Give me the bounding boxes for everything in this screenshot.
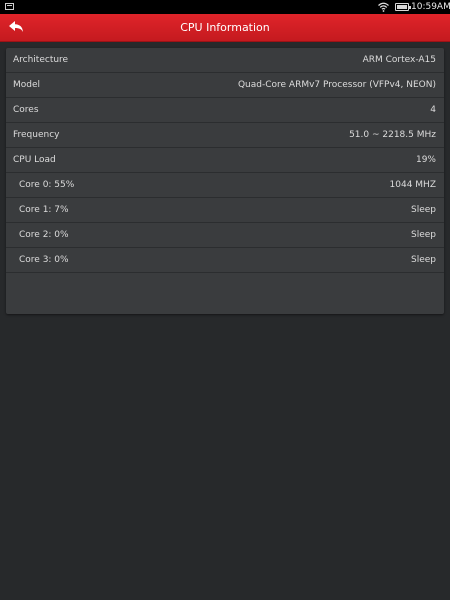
status-bar: 10:59AM <box>0 0 450 14</box>
back-arrow-icon <box>9 21 23 32</box>
core-row-3: Core 3: 0% Sleep <box>6 248 444 273</box>
core-status: Sleep <box>410 205 436 215</box>
row-label: Architecture <box>13 55 69 65</box>
screen: 10:59AM CPU Information Architecture ARM… <box>0 0 450 600</box>
row-value: ARM Cortex-A15 <box>362 55 436 65</box>
cpu-info-card: Architecture ARM Cortex-A15 Model Quad-C… <box>6 48 444 314</box>
row-value: 51.0 ~ 2218.5 MHz <box>349 130 436 140</box>
core-row-2: Core 2: 0% Sleep <box>6 223 444 248</box>
row-label: Model <box>13 80 41 90</box>
wifi-icon <box>378 2 389 12</box>
core-status: Sleep <box>410 230 436 240</box>
core-label: Core 1: 7% <box>19 205 69 215</box>
row-value: 19% <box>415 155 436 165</box>
row-value: 4 <box>430 105 436 115</box>
core-status: Sleep <box>410 255 436 265</box>
core-label: Core 0: 55% <box>19 180 75 190</box>
info-row-cores: Cores 4 <box>6 98 444 123</box>
core-label: Core 3: 0% <box>19 255 69 265</box>
core-status: 1044 MHZ <box>389 180 436 190</box>
page-title: CPU Information <box>180 21 270 34</box>
info-row-model: Model Quad-Core ARMv7 Processor (VFPv4, … <box>6 73 444 98</box>
row-label: Frequency <box>13 130 60 140</box>
core-row-1: Core 1: 7% Sleep <box>6 198 444 223</box>
info-row-cpu-load: CPU Load 19% <box>6 148 444 173</box>
battery-icon <box>395 3 411 11</box>
notification-icon <box>5 3 14 10</box>
row-value: Quad-Core ARMv7 Processor (VFPv4, NEON) <box>237 80 436 90</box>
core-row-0: Core 0: 55% 1044 MHZ <box>6 173 444 198</box>
info-row-frequency: Frequency 51.0 ~ 2218.5 MHz <box>6 123 444 148</box>
status-time: 10:59AM <box>411 2 450 12</box>
row-label: CPU Load <box>13 155 56 165</box>
back-button[interactable] <box>0 14 32 42</box>
info-row-architecture: Architecture ARM Cortex-A15 <box>6 48 444 73</box>
row-label: Cores <box>13 105 39 115</box>
core-label: Core 2: 0% <box>19 230 69 240</box>
header-bar: CPU Information <box>0 14 450 42</box>
